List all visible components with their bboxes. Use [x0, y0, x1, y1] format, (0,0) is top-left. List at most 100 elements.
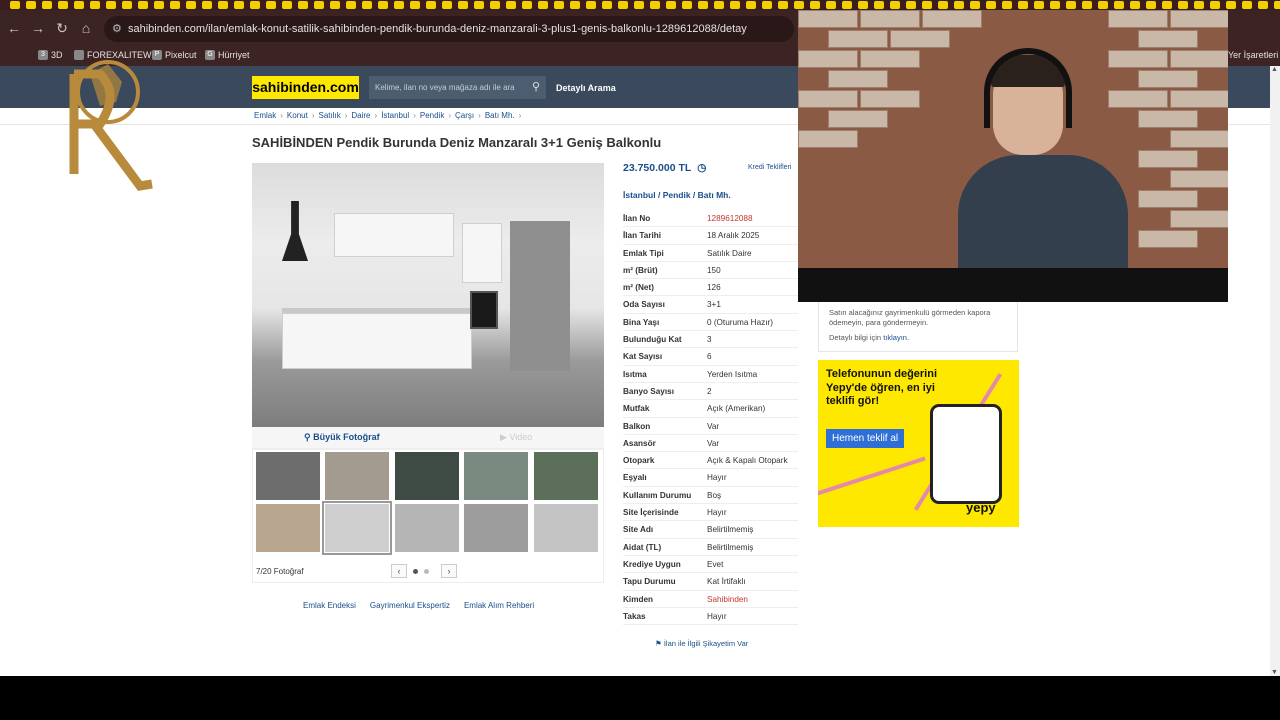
photo-oven [470, 291, 498, 329]
breadcrumb-item[interactable]: Konut [287, 111, 308, 120]
breadcrumb: Emlak › Konut › Satılık › Daire › İstanbul › … [254, 111, 522, 120]
breadcrumb-item[interactable]: Satılık [318, 111, 340, 120]
breadcrumb-item[interactable]: Emlak [254, 111, 276, 120]
brick [1138, 230, 1198, 248]
reload-icon[interactable]: ↻ [50, 20, 74, 37]
streamer [958, 30, 1128, 302]
breadcrumb-item[interactable]: Çarşı [455, 111, 474, 120]
bookmark-pixelcut[interactable]: P Pixelcut [152, 50, 197, 60]
attribute-value: Hayır [707, 611, 727, 621]
video-link[interactable]: ▶ Video [500, 432, 532, 443]
pager-dot[interactable] [424, 568, 429, 574]
breadcrumb-item[interactable]: Pendik [420, 111, 444, 120]
breadcrumb-item[interactable]: İstanbul [381, 111, 409, 120]
complaint-link[interactable]: ⚑ İlan ile İlgili Şikayetim Var [655, 639, 748, 648]
breadcrumb-item[interactable]: Daire [351, 111, 370, 120]
attribute-row: Site Adı Belirtilmemiş [623, 521, 798, 539]
thumbnail[interactable] [533, 451, 599, 501]
site-logo[interactable]: sahibinden.com [252, 76, 359, 99]
forward-icon[interactable]: → [26, 20, 50, 36]
attribute-row: Site İçerisinde Hayır [623, 504, 798, 522]
brick [828, 110, 888, 128]
search-icon[interactable]: ⚲ [532, 76, 540, 99]
thumbnail[interactable] [394, 451, 460, 501]
thumbnail[interactable] [324, 451, 390, 501]
back-icon[interactable]: ← [2, 20, 26, 36]
listing-price: 23.750.000 TL ◷ [623, 162, 707, 174]
attribute-value: Var [707, 421, 720, 431]
link-emlak-endeksi[interactable]: Emlak Endeksi [303, 601, 356, 610]
prev-page-button[interactable]: ‹ [391, 564, 407, 578]
attribute-row: Kullanım Durumu Boş [623, 487, 798, 505]
brick [798, 90, 858, 108]
listing-title: SAHİBİNDEN Pendik Burunda Deniz Manzaral… [252, 135, 662, 150]
credit-offers-link[interactable]: Kredi Teklifleri [748, 164, 791, 171]
headset-icon [984, 48, 1072, 128]
brick [1170, 130, 1228, 148]
main-photo[interactable] [252, 163, 604, 427]
attribute-value[interactable]: Sahibinden [707, 595, 748, 604]
attribute-label: Bina Yaşı [623, 317, 660, 327]
link-emlak-alim-rehberi[interactable]: Emlak Alım Rehberi [464, 601, 534, 610]
home-icon[interactable]: ⌂ [74, 20, 98, 36]
attribute-value: Boş [707, 490, 722, 500]
bookmark-3d[interactable]: 3 3D [38, 50, 63, 60]
attribute-label: Kullanım Durumu [623, 490, 692, 500]
attribute-value: Hayır [707, 473, 727, 483]
phone-illustration [930, 404, 1002, 504]
attribute-label: Takas [623, 611, 646, 621]
brick [1108, 10, 1168, 28]
scroll-up-icon[interactable]: ▲ [1271, 66, 1278, 73]
attribute-row: Takas Hayır [623, 608, 798, 626]
brick [1170, 210, 1228, 228]
attribute-label: Kimden [623, 594, 654, 604]
thumbnail[interactable] [394, 503, 460, 553]
channel-crest-logo [60, 54, 156, 204]
site-info-icon[interactable]: ⚙ [112, 16, 122, 42]
big-photo-link[interactable]: ⚲ Büyük Fotoğraf [304, 432, 380, 443]
attribute-label: Emlak Tipi [623, 248, 664, 258]
brick [1138, 190, 1198, 208]
attribute-label: Oda Sayısı [623, 300, 665, 310]
brick [1170, 50, 1228, 68]
address-bar[interactable]: ⚙ sahibinden.com/ilan/emlak-konut-satili… [104, 16, 794, 42]
brick [1170, 90, 1228, 108]
attribute-row: Bulunduğu Kat 3 [623, 331, 798, 349]
pager-dot[interactable] [413, 568, 418, 574]
next-page-button[interactable]: › [441, 564, 457, 578]
thumbnail-grid [252, 449, 604, 583]
other-bookmarks[interactable]: Yer İşaretleri [1228, 50, 1278, 60]
scroll-down-icon[interactable]: ▼ [1271, 669, 1278, 676]
attribute-value: Hayır [707, 508, 727, 518]
attribute-label: Bulunduğu Kat [623, 335, 682, 345]
price-history-icon[interactable]: ◷ [697, 162, 706, 174]
thumbnail[interactable] [255, 451, 321, 501]
thumbnail[interactable] [255, 503, 321, 553]
photo-cabinet [462, 223, 502, 283]
browser-tab-strip[interactable] [0, 0, 1280, 10]
attribute-value: Var [707, 438, 720, 448]
ad-cta-button[interactable]: Hemen teklif al [826, 429, 905, 448]
brick [798, 10, 858, 28]
attribute-value: Evet [707, 559, 724, 569]
bookmark-hurriyet[interactable]: G Hürriyet [205, 50, 250, 60]
yepy-ad-banner[interactable]: Telefonunun değerini Yepy'de öğren, en i… [818, 360, 1019, 527]
detailed-search-link[interactable]: Detaylı Arama [556, 83, 616, 93]
ad-headline: Telefonunun değerini Yepy'de öğren, en i… [826, 368, 938, 407]
link-gayrimenkul-ekspertiz[interactable]: Gayrimenkul Ekspertiz [370, 601, 450, 610]
attribute-value: Kat İrtifaklı [707, 577, 746, 587]
listing-attributes: İlan No 1289612088 İlan Tarihi 18 Aralık 20… [623, 210, 798, 626]
safety-more-link[interactable]: tıklayın. [883, 333, 909, 342]
attribute-row: Emlak Tipi Satılık Daire [623, 245, 798, 262]
thumbnail[interactable] [463, 451, 529, 501]
thumbnail[interactable] [463, 503, 529, 553]
page-scrollbar[interactable]: ▲ ▼ [1270, 66, 1280, 676]
breadcrumb-item[interactable]: Batı Mh. [485, 111, 515, 120]
attribute-value: 2 [707, 386, 712, 396]
search-input[interactable]: Kelime, ilan no veya mağaza adı ile ara … [369, 76, 546, 99]
hurriyet-icon: G [205, 50, 215, 60]
attribute-row: İlan No 1289612088 [623, 210, 798, 228]
attribute-row: Kimden Sahibinden [623, 591, 798, 608]
thumbnail-active[interactable] [322, 501, 392, 555]
thumbnail[interactable] [533, 503, 599, 553]
